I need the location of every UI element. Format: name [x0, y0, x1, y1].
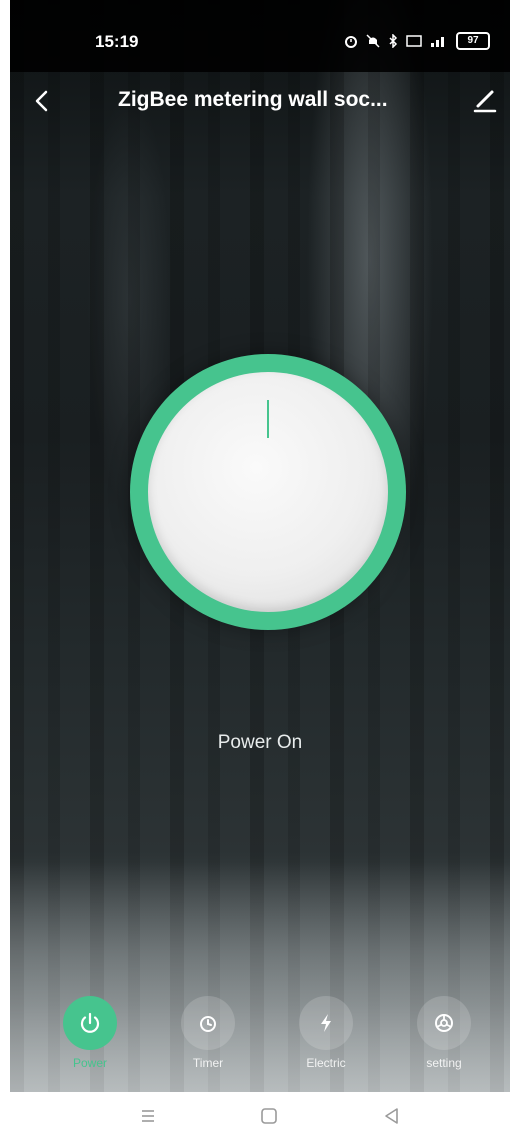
menu-icon[interactable]	[138, 1106, 158, 1126]
pencil-icon	[473, 90, 497, 113]
tab-timer-label: Timer	[192, 1056, 224, 1070]
power-dial[interactable]	[130, 354, 406, 630]
tab-setting[interactable]: setting	[394, 996, 494, 1080]
status-bar: 15:19 97	[10, 0, 510, 72]
tab-electric-circle	[299, 996, 353, 1050]
timer-icon	[200, 1016, 216, 1032]
power-indicator	[267, 400, 269, 438]
signal-icon	[431, 37, 444, 47]
edit-button[interactable]	[470, 86, 500, 116]
power-knob[interactable]	[148, 372, 388, 612]
tab-setting-circle	[417, 996, 471, 1050]
lightning-icon	[321, 1014, 331, 1032]
power-status: Power On	[217, 732, 303, 753]
tab-electric-label: Electric	[306, 1056, 346, 1070]
header: ZigBee metering wall soc...	[10, 72, 510, 132]
alarm-icon	[345, 36, 357, 48]
tab-timer-circle	[181, 996, 235, 1050]
screen: 15:19 97 ZigBee metering wall soc... Pow…	[0, 0, 519, 1135]
tab-power[interactable]: Power	[40, 996, 140, 1080]
back-nav-icon[interactable]	[382, 1106, 402, 1126]
status-icons: 97	[344, 32, 490, 50]
chevron-left-icon	[35, 90, 48, 112]
back-button[interactable]	[28, 86, 58, 116]
tab-timer[interactable]: Timer	[158, 996, 258, 1080]
mute-icon	[366, 34, 380, 48]
bluetooth-icon	[389, 34, 398, 48]
tab-power-circle	[63, 996, 117, 1050]
tab-setting-label: setting	[426, 1056, 462, 1070]
status-time: 15:19	[95, 32, 139, 51]
hd-icon	[406, 35, 422, 47]
settings-icon	[435, 1014, 453, 1032]
battery-icon: 97	[456, 32, 490, 50]
tab-power-label: Power	[72, 1056, 107, 1070]
page-title: ZigBee metering wall soc...	[118, 88, 388, 111]
tab-electric[interactable]: Electric	[276, 996, 376, 1080]
bottom-tabs: Power Timer Electric setting	[10, 996, 510, 1080]
system-nav-bar	[0, 1092, 519, 1135]
home-icon[interactable]	[259, 1106, 279, 1126]
power-icon	[80, 1012, 100, 1033]
